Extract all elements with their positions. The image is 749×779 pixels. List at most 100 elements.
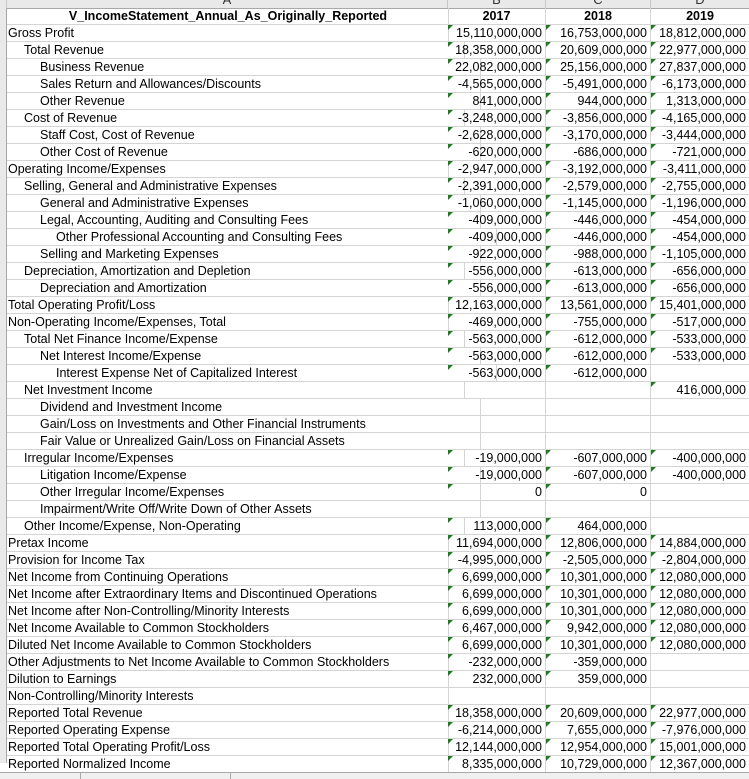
value-cell[interactable]: -563,000,000 <box>448 365 546 382</box>
row-label-cell[interactable]: Selling, General and Administrative Expe… <box>7 178 465 195</box>
value-cell[interactable]: -1,060,000,000 <box>448 195 546 212</box>
value-cell[interactable] <box>448 399 546 416</box>
value-cell[interactable]: -922,000,000 <box>448 246 546 263</box>
value-cell[interactable]: -2,947,000,000 <box>448 161 546 178</box>
row-label-cell[interactable]: Dilution to Earnings <box>7 671 449 688</box>
row-label-cell[interactable]: Legal, Accounting, Auditing and Consulti… <box>7 212 481 229</box>
value-cell[interactable] <box>651 399 749 416</box>
value-cell[interactable]: 15,001,000,000 <box>651 739 749 756</box>
row-label-cell[interactable]: Interest Expense Net of Capitalized Inte… <box>7 365 497 382</box>
row-label-cell[interactable]: Non-Controlling/Minority Interests <box>7 688 449 705</box>
value-cell[interactable]: 13,561,000,000 <box>546 297 651 314</box>
value-cell[interactable]: -3,192,000,000 <box>546 161 651 178</box>
value-cell[interactable]: 12,806,000,000 <box>546 535 651 552</box>
value-cell[interactable]: 20,609,000,000 <box>546 705 651 722</box>
value-cell[interactable]: -446,000,000 <box>546 229 651 246</box>
value-cell[interactable]: -4,165,000,000 <box>651 110 749 127</box>
value-cell[interactable]: -6,214,000,000 <box>448 722 546 739</box>
value-cell[interactable] <box>448 433 546 450</box>
value-cell[interactable] <box>651 688 749 705</box>
value-cell[interactable]: -19,000,000 <box>448 467 546 484</box>
row-label-cell[interactable]: Net Interest Income/Expense <box>7 348 481 365</box>
row-label-cell[interactable]: General and Administrative Expenses <box>7 195 481 212</box>
value-cell[interactable]: 12,144,000,000 <box>448 739 546 756</box>
row-label-cell[interactable]: Other Income/Expense, Non-Operating <box>7 518 465 535</box>
value-cell[interactable]: 6,467,000,000 <box>448 620 546 637</box>
value-cell[interactable]: 15,110,000,000 <box>448 25 546 42</box>
row-label-cell[interactable]: Other Revenue <box>7 93 481 110</box>
value-cell[interactable]: -612,000,000 <box>546 348 651 365</box>
column-header-d[interactable]: D <box>651 0 749 8</box>
value-cell[interactable]: -4,565,000,000 <box>448 76 546 93</box>
value-cell[interactable] <box>546 433 651 450</box>
value-cell[interactable]: 27,837,000,000 <box>651 59 749 76</box>
value-cell[interactable]: 0 <box>546 484 651 501</box>
row-label-cell[interactable]: Dividend and Investment Income <box>7 399 481 416</box>
value-cell[interactable]: -3,411,000,000 <box>651 161 749 178</box>
value-cell[interactable]: -2,505,000,000 <box>546 552 651 569</box>
value-cell[interactable] <box>448 688 546 705</box>
value-cell[interactable]: -517,000,000 <box>651 314 749 331</box>
value-cell[interactable] <box>546 501 651 518</box>
value-cell[interactable]: -7,976,000,000 <box>651 722 749 739</box>
row-label-cell[interactable]: Depreciation, Amortization and Depletion <box>7 263 465 280</box>
value-cell[interactable]: -2,628,000,000 <box>448 127 546 144</box>
value-cell[interactable]: 12,080,000,000 <box>651 569 749 586</box>
value-cell[interactable]: 12,080,000,000 <box>651 586 749 603</box>
value-cell[interactable]: -613,000,000 <box>546 263 651 280</box>
value-cell[interactable]: -446,000,000 <box>546 212 651 229</box>
value-cell[interactable]: 11,694,000,000 <box>448 535 546 552</box>
value-cell[interactable] <box>651 654 749 671</box>
value-cell[interactable]: -2,804,000,000 <box>651 552 749 569</box>
value-cell[interactable]: -232,000,000 <box>448 654 546 671</box>
value-cell[interactable]: 14,884,000,000 <box>651 535 749 552</box>
row-label-cell[interactable]: Other Professional Accounting and Consul… <box>7 229 497 246</box>
row-label-cell[interactable]: Selling and Marketing Expenses <box>7 246 481 263</box>
value-cell[interactable]: 10,729,000,000 <box>546 756 651 773</box>
value-cell[interactable]: 12,080,000,000 <box>651 603 749 620</box>
value-cell[interactable]: -612,000,000 <box>546 331 651 348</box>
row-label-cell[interactable]: Cost of Revenue <box>7 110 465 127</box>
row-label-cell[interactable]: Other Irregular Income/Expenses <box>7 484 481 501</box>
row-label-cell[interactable]: Fair Value or Unrealized Gain/Loss on Fi… <box>7 433 481 450</box>
value-cell[interactable]: 6,699,000,000 <box>448 637 546 654</box>
value-cell[interactable]: 10,301,000,000 <box>546 569 651 586</box>
value-cell[interactable]: -19,000,000 <box>448 450 546 467</box>
row-label-cell[interactable]: Net Income after Extraordinary Items and… <box>7 586 449 603</box>
value-cell[interactable] <box>448 416 546 433</box>
row-label-cell[interactable]: Litigation Income/Expense <box>7 467 481 484</box>
row-label-cell[interactable]: Pretax Income <box>7 535 449 552</box>
value-cell[interactable]: 20,609,000,000 <box>546 42 651 59</box>
value-cell[interactable]: -755,000,000 <box>546 314 651 331</box>
value-cell[interactable] <box>546 416 651 433</box>
row-label-cell[interactable]: Other Adjustments to Net Income Availabl… <box>7 654 449 671</box>
row-label-cell[interactable]: Reported Total Revenue <box>7 705 449 722</box>
value-cell[interactable]: -4,995,000,000 <box>448 552 546 569</box>
value-cell[interactable]: 944,000,000 <box>546 93 651 110</box>
row-label-cell[interactable]: Other Cost of Revenue <box>7 144 481 161</box>
value-cell[interactable]: 113,000,000 <box>448 518 546 535</box>
value-cell[interactable]: -656,000,000 <box>651 280 749 297</box>
value-cell[interactable]: -533,000,000 <box>651 331 749 348</box>
row-label-cell[interactable]: Non-Operating Income/Expenses, Total <box>7 314 449 331</box>
value-cell[interactable] <box>546 399 651 416</box>
value-cell[interactable]: -1,105,000,000 <box>651 246 749 263</box>
value-cell[interactable]: 841,000,000 <box>448 93 546 110</box>
value-cell[interactable] <box>546 688 651 705</box>
year-cell-2019[interactable]: 2019 <box>651 8 749 25</box>
value-cell[interactable]: -686,000,000 <box>546 144 651 161</box>
value-cell[interactable]: -400,000,000 <box>651 450 749 467</box>
value-cell[interactable]: -2,391,000,000 <box>448 178 546 195</box>
value-cell[interactable] <box>651 416 749 433</box>
value-cell[interactable]: 22,082,000,000 <box>448 59 546 76</box>
value-cell[interactable]: 12,080,000,000 <box>651 620 749 637</box>
row-label-cell[interactable]: Reported Normalized Income <box>7 756 449 773</box>
row-label-cell[interactable]: Irregular Income/Expenses <box>7 450 465 467</box>
value-cell[interactable]: 10,301,000,000 <box>546 586 651 603</box>
value-cell[interactable]: -556,000,000 <box>448 280 546 297</box>
value-cell[interactable]: 22,977,000,000 <box>651 705 749 722</box>
value-cell[interactable] <box>651 501 749 518</box>
value-cell[interactable]: 416,000,000 <box>651 382 749 399</box>
value-cell[interactable]: -409,000,000 <box>448 229 546 246</box>
row-label-cell[interactable]: Business Revenue <box>7 59 481 76</box>
